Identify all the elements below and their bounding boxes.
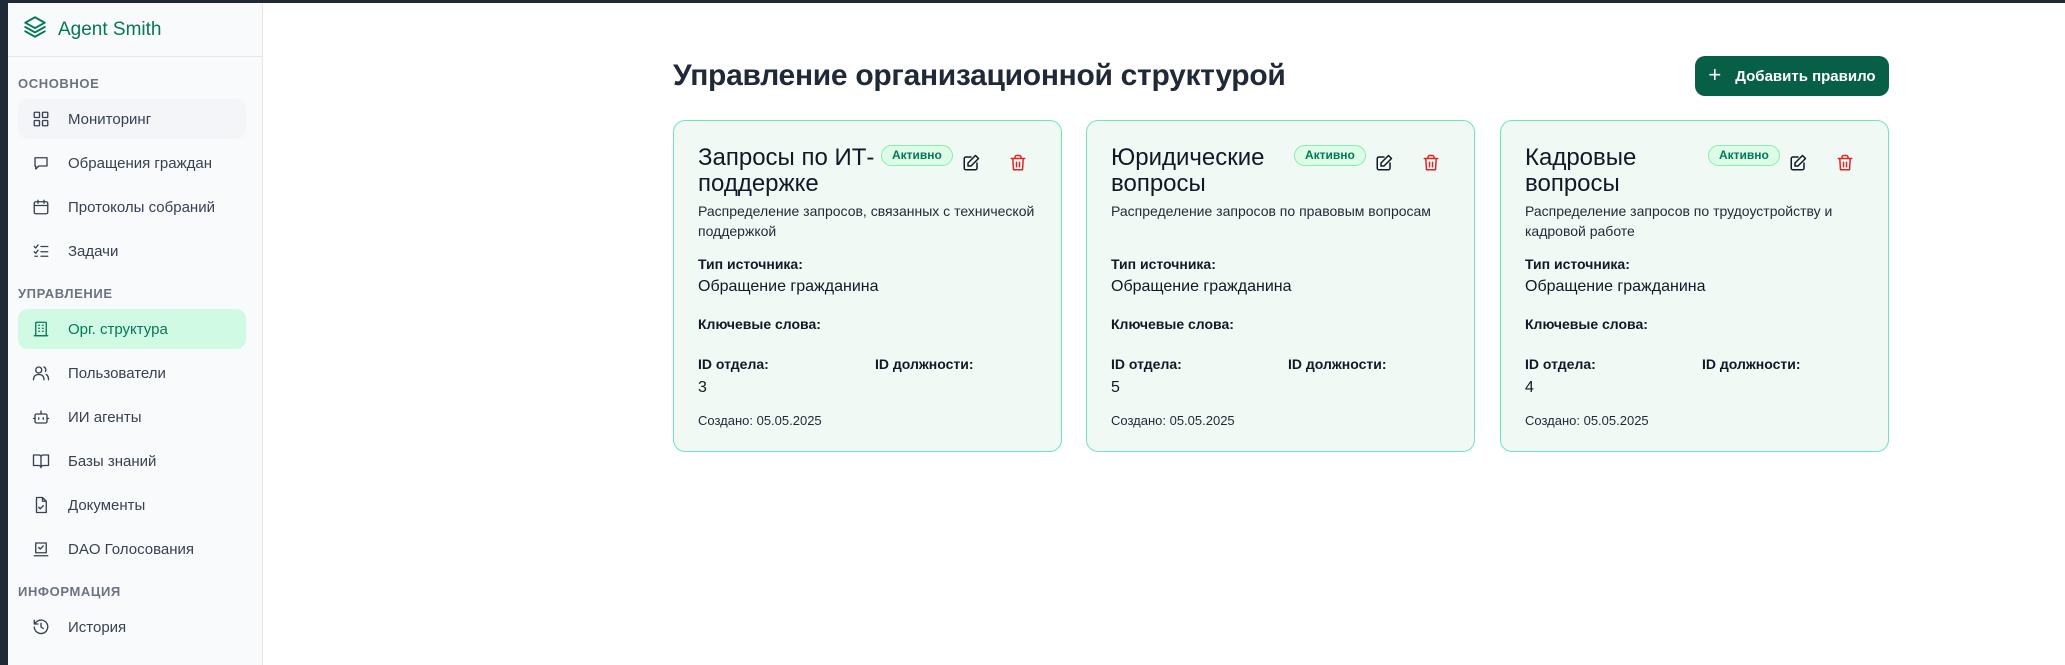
users-icon xyxy=(32,366,50,381)
file-icon xyxy=(35,496,47,514)
department-id-label: ID отдела: xyxy=(1525,356,1596,372)
edit-icon[interactable] xyxy=(1789,154,1809,174)
calendar-icon xyxy=(33,199,49,215)
card-description: Распределение запросов по правовым вопро… xyxy=(1111,203,1431,219)
keywords-label: Ключевые слова: xyxy=(698,316,821,332)
section-title-management: УПРАВЛЕНИЕ xyxy=(18,286,113,301)
created-date: Создано: 05.05.2025 xyxy=(698,413,822,428)
edit-icon[interactable] xyxy=(962,154,982,174)
add-rule-label: Добавить правило xyxy=(1735,67,1876,85)
position-id-label: ID должности: xyxy=(1702,356,1801,372)
edit-icon[interactable] xyxy=(1375,154,1395,174)
sidebar-item-label: История xyxy=(68,618,127,636)
sidebar-item-meetings[interactable]: Протоколы собраний xyxy=(18,187,246,227)
card-description: Распределение запросов, связанных с техн… xyxy=(698,203,1035,239)
status-badge: Активно xyxy=(881,145,953,166)
history-icon xyxy=(33,619,49,635)
keywords-label: Ключевые слова: xyxy=(1111,316,1234,332)
sidebar-item-label: Базы знаний xyxy=(68,452,157,470)
plus-icon: + xyxy=(1708,62,1722,87)
trash-icon[interactable] xyxy=(1422,154,1442,174)
card-title: Запросы по ИТ-поддержке xyxy=(698,144,875,197)
card-title: Кадровые вопросы xyxy=(1525,144,1637,197)
trash-icon[interactable] xyxy=(1836,154,1856,174)
source-type-label: Тип источника: xyxy=(698,256,803,272)
app-name: Agent Smith xyxy=(58,18,162,40)
position-id-label: ID должности: xyxy=(1288,356,1387,372)
add-rule-button[interactable]: + Добавить правило xyxy=(1695,56,1889,96)
status-badge: Активно xyxy=(1708,145,1780,166)
department-id-label: ID отдела: xyxy=(1111,356,1182,372)
source-type-value: Обращение гражданина xyxy=(1111,278,1292,295)
sidebar-item-documents[interactable]: Документы xyxy=(18,485,246,525)
source-type-label: Тип источника: xyxy=(1525,256,1630,272)
sidebar-item-label: ИИ агенты xyxy=(68,408,142,426)
sidebar: Agent Smith ОСНОВНОЕ Мониторинг Обращени… xyxy=(0,3,263,665)
department-id-value: 4 xyxy=(1525,379,1534,396)
card-title: Юридические вопросы xyxy=(1111,144,1265,197)
sidebar-item-appeals[interactable]: Обращения граждан xyxy=(18,143,246,183)
rule-card: Кадровые вопросы Активно Распределение з… xyxy=(1500,120,1889,452)
building-icon xyxy=(33,321,49,337)
created-date: Создано: 05.05.2025 xyxy=(1525,413,1649,428)
page-title: Управление организационной структурой xyxy=(673,59,1286,92)
sidebar-item-label: Документы xyxy=(68,496,146,514)
sidebar-item-label: DAO Голосования xyxy=(68,540,195,558)
sidebar-item-label: Мониторинг xyxy=(68,110,152,128)
vote-icon xyxy=(33,542,49,557)
brand[interactable]: Agent Smith xyxy=(8,3,262,57)
sidebar-item-monitoring[interactable]: Мониторинг xyxy=(18,99,246,139)
source-type-value: Обращение гражданина xyxy=(698,278,879,295)
source-type-value: Обращение гражданина xyxy=(1525,278,1706,295)
layers-logo-icon xyxy=(22,14,48,45)
sidebar-item-label: Обращения граждан xyxy=(68,154,212,172)
trash-icon[interactable] xyxy=(1009,154,1029,174)
book-icon xyxy=(32,454,50,469)
sidebar-item-org-structure[interactable]: Орг. структура xyxy=(18,309,246,349)
sidebar-item-dao-voting[interactable]: DAO Голосования xyxy=(18,529,246,569)
sidebar-item-label: Орг. структура xyxy=(68,320,168,338)
sidebar-item-tasks[interactable]: Задачи xyxy=(18,231,246,271)
department-id-label: ID отдела: xyxy=(698,356,769,372)
rule-card: Запросы по ИТ-поддержке Активно Распреде… xyxy=(673,120,1062,452)
source-type-label: Тип источника: xyxy=(1111,256,1216,272)
rule-card: Юридические вопросы Активно Распределени… xyxy=(1086,120,1475,452)
status-badge: Активно xyxy=(1294,145,1366,166)
message-icon xyxy=(34,157,48,170)
sidebar-item-ai-agents[interactable]: ИИ агенты xyxy=(18,397,246,437)
sidebar-item-label: Пользователи xyxy=(68,364,166,382)
bot-icon xyxy=(32,410,50,424)
sidebar-item-knowledge-bases[interactable]: Базы знаний xyxy=(18,441,246,481)
main-content: Управление организационной структурой + … xyxy=(264,3,2065,665)
list-checks-icon xyxy=(33,244,49,257)
created-date: Создано: 05.05.2025 xyxy=(1111,413,1235,428)
keywords-label: Ключевые слова: xyxy=(1525,316,1648,332)
section-title-info: ИНФОРМАЦИЯ xyxy=(18,584,121,599)
card-description: Распределение запросов по трудоустройств… xyxy=(1525,203,1833,239)
sidebar-item-users[interactable]: Пользователи xyxy=(18,353,246,393)
section-title-main: ОСНОВНОЕ xyxy=(18,76,100,91)
sidebar-item-label: Задачи xyxy=(68,242,119,260)
dashboard-icon xyxy=(33,111,49,127)
sidebar-item-label: Протоколы собраний xyxy=(68,198,215,216)
department-id-value: 5 xyxy=(1111,379,1120,396)
department-id-value: 3 xyxy=(698,379,707,396)
sidebar-item-history[interactable]: История xyxy=(18,607,246,647)
position-id-label: ID должности: xyxy=(875,356,974,372)
